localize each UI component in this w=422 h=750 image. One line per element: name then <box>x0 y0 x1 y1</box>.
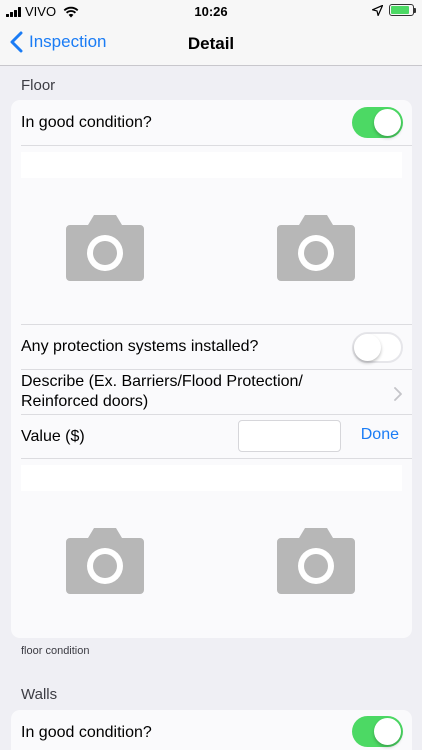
toggle-knob <box>374 109 401 136</box>
chevron-right-icon <box>394 387 402 401</box>
page-title: Detail <box>187 34 235 53</box>
done-button[interactable]: Done <box>361 426 399 444</box>
floor-condition-row: In good condition? <box>11 100 412 145</box>
walls-condition-label: In good condition? <box>21 723 152 741</box>
status-right <box>372 4 416 16</box>
floor-photo-area <box>11 146 412 324</box>
protection-row: Any protection systems installed? <box>11 325 412 369</box>
battery-level-fill <box>391 6 409 14</box>
walls-group: In good condition? <box>11 710 412 750</box>
walls-section-header: Walls <box>21 686 58 703</box>
status-time: 10:26 <box>194 4 228 19</box>
status-bar: VIVO 10:26 <box>0 0 422 22</box>
battery-icon <box>389 4 416 16</box>
floor-section-footer: floor condition <box>21 645 90 657</box>
value-input[interactable] <box>238 420 341 452</box>
navigation-bar: Inspection Detail <box>0 22 422 66</box>
toggle-knob <box>374 718 401 745</box>
camera-icon[interactable] <box>66 215 144 281</box>
walls-condition-toggle[interactable] <box>352 716 403 747</box>
floor-photo-caption-bar <box>21 152 402 178</box>
camera-icon[interactable] <box>66 528 144 594</box>
floor-group: In good condition? Any protection system… <box>11 100 412 638</box>
floor-condition-label: In good condition? <box>21 113 152 131</box>
location-arrow-icon <box>372 4 383 16</box>
value-label: Value ($) <box>21 427 85 445</box>
describe-label-line2: Reinforced doors) <box>21 393 149 410</box>
camera-icon[interactable] <box>277 528 355 594</box>
protection-toggle[interactable] <box>352 332 403 363</box>
battery-cap <box>414 8 416 13</box>
camera-icon[interactable] <box>277 215 355 281</box>
walls-condition-row: In good condition? <box>11 710 412 750</box>
value-row: Value ($) Done <box>11 415 412 458</box>
floor-condition-toggle[interactable] <box>352 107 403 138</box>
protection-photo-area <box>11 459 412 637</box>
protection-label: Any protection systems installed? <box>21 338 259 355</box>
toggle-knob <box>354 334 381 361</box>
floor-section-header: Floor <box>21 77 56 94</box>
describe-row[interactable]: Describe (Ex. Barriers/Flood Protection/… <box>11 370 412 414</box>
protection-photo-caption-bar <box>21 465 402 491</box>
describe-label-line1: Describe (Ex. Barriers/Flood Protection/ <box>21 373 303 390</box>
